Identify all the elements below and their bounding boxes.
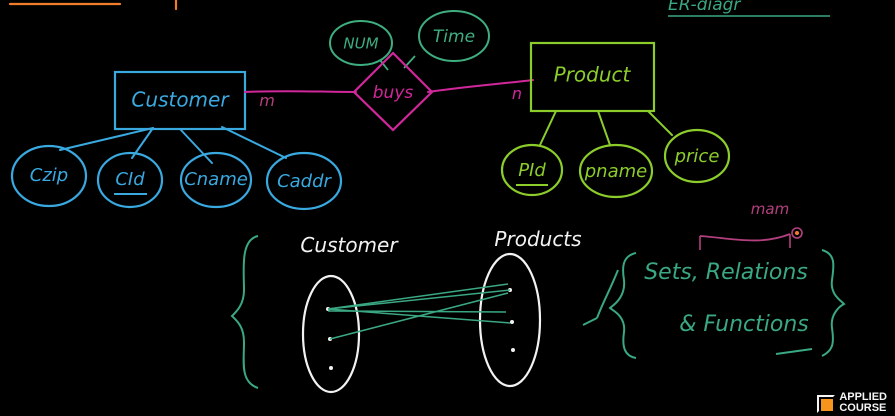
attr-czip-label: Czip bbox=[30, 165, 68, 186]
heading-text: ER-diagr bbox=[668, 0, 741, 15]
cardinality-m: m bbox=[259, 91, 275, 110]
applied-course-logo: APPLIED COURSE bbox=[815, 392, 887, 414]
corner-mark bbox=[8, 0, 178, 11]
sets-relations-annotation: Sets, Relations & Functions bbox=[582, 249, 846, 359]
attr-pname: pname bbox=[578, 143, 654, 199]
annotation-line-2: & Functions bbox=[679, 312, 809, 337]
products-set-elements bbox=[508, 288, 515, 352]
annotation-line-1: Sets, Relations bbox=[644, 260, 808, 285]
attr-num-label: NUM bbox=[343, 35, 378, 53]
mapping-sketch: Customer Products bbox=[300, 227, 582, 394]
attr-cname: Cname bbox=[179, 151, 253, 209]
magenta-annotation: mam bbox=[699, 200, 803, 250]
attr-price-label: price bbox=[674, 146, 720, 167]
customer-set-label: Customer bbox=[300, 233, 399, 257]
attr-pid-label: PId bbox=[518, 160, 546, 181]
logo-line-2: COURSE bbox=[839, 402, 887, 414]
attr-caddr: Caddr bbox=[265, 151, 343, 211]
customer-entity-label: Customer bbox=[131, 88, 230, 112]
buys-relationship-label: buys bbox=[373, 83, 414, 103]
customer-attribute-links bbox=[59, 126, 287, 164]
attr-time-label: Time bbox=[433, 27, 475, 47]
attr-num: NUM bbox=[329, 20, 393, 66]
product-attribute-links bbox=[539, 110, 673, 146]
product-entity: Product bbox=[529, 41, 656, 113]
attr-cid-label: CId bbox=[115, 169, 145, 190]
products-set-label: Products bbox=[494, 227, 581, 251]
left-brace bbox=[230, 235, 259, 389]
attr-pid: PId bbox=[500, 143, 564, 197]
attr-price: price bbox=[663, 128, 731, 184]
customer-entity: Customer bbox=[113, 70, 247, 131]
mapping-arrows bbox=[327, 283, 511, 340]
attr-cname-label: Cname bbox=[184, 169, 248, 190]
cardinality-n: n bbox=[512, 84, 522, 103]
attr-czip: Czip bbox=[10, 144, 88, 208]
attr-caddr-label: Caddr bbox=[277, 171, 332, 192]
applied-course-logo-icon bbox=[815, 393, 836, 413]
product-entity-label: Product bbox=[554, 63, 632, 87]
attr-time: Time bbox=[418, 10, 490, 62]
attr-cid: CId bbox=[96, 151, 164, 209]
attr-pname-label: pname bbox=[584, 161, 647, 182]
magenta-annotation-text: mam bbox=[751, 200, 789, 218]
er-diagram-heading: ER-diagr bbox=[668, 0, 830, 17]
products-set-ellipse bbox=[478, 252, 542, 388]
whiteboard-canvas: ER-diagr Customer Czip CId Cname Caddr m… bbox=[8, 0, 846, 394]
